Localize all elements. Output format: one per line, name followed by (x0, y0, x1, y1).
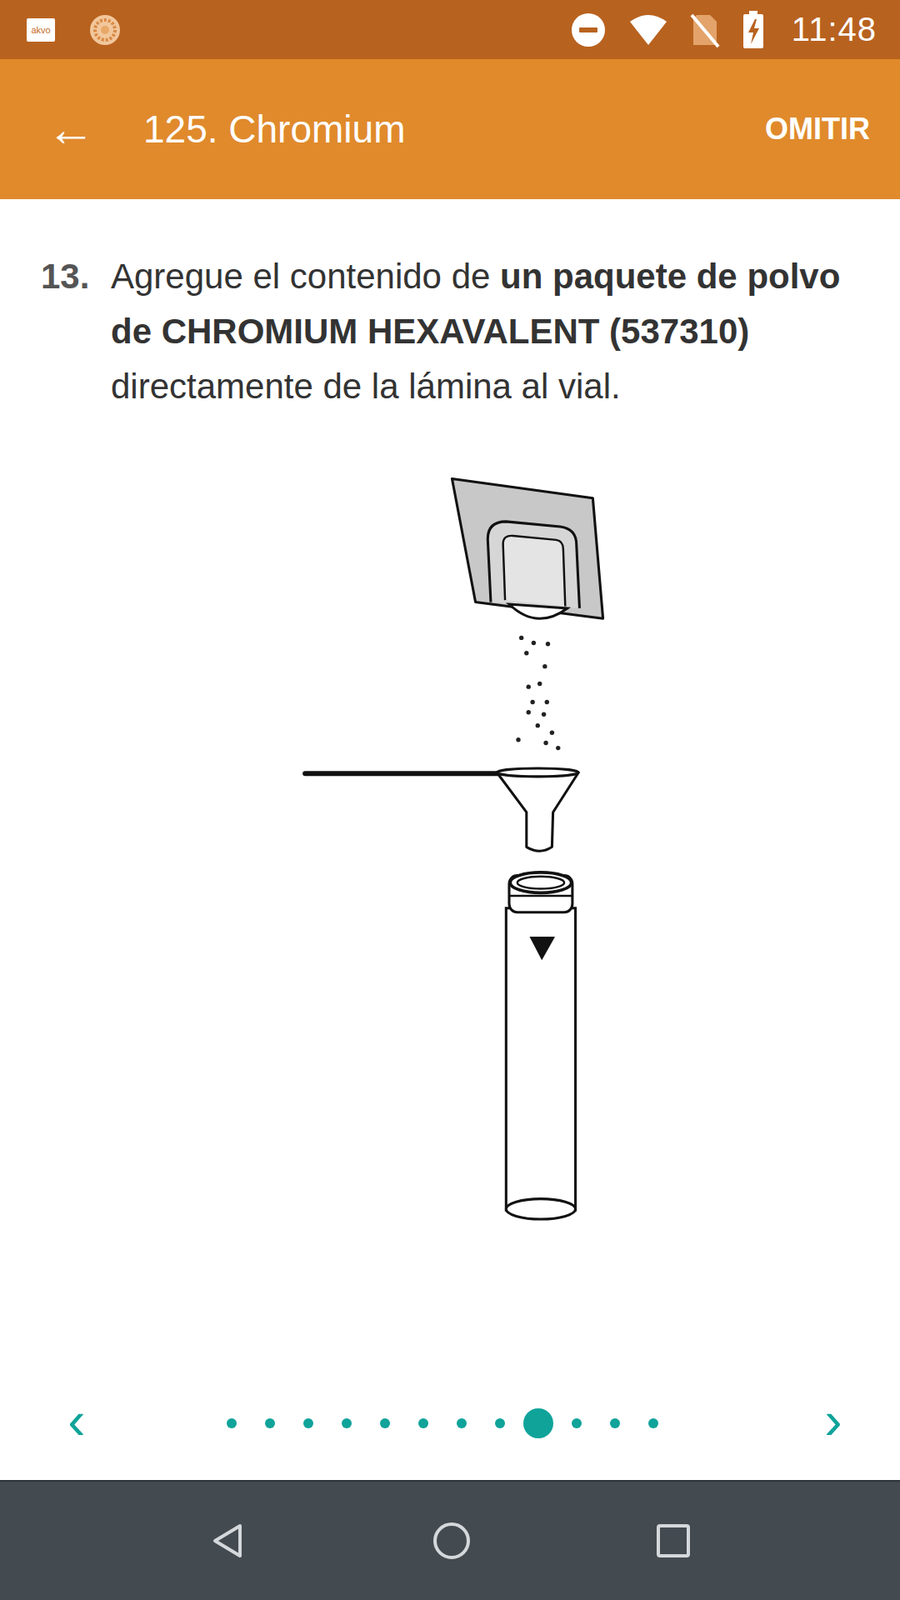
app-logo-icon (88, 13, 122, 47)
pager: ‹› (0, 1365, 900, 1480)
powder-vial-illustration (286, 467, 614, 1233)
app-bar: ← 125. ChromiumOMITIR (0, 59, 900, 200)
status-bar: akvo 11:48 (0, 0, 900, 60)
no-sim-icon (690, 11, 720, 49)
previous-button[interactable]: ‹ (60, 1393, 94, 1454)
nav-back-icon[interactable] (208, 1520, 249, 1561)
nav-home-icon[interactable] (431, 1520, 472, 1561)
battery-charging-icon (741, 10, 765, 50)
page-indicator (93, 1408, 817, 1439)
navigation-bar (0, 1480, 900, 1600)
back-button[interactable]: ← (46, 100, 95, 159)
do-not-disturb-icon (570, 11, 607, 49)
next-button[interactable]: › (816, 1393, 850, 1454)
page-dot[interactable] (456, 1418, 467, 1429)
page-dot[interactable] (303, 1418, 314, 1429)
clock: 11:48 (786, 10, 877, 49)
instruction: 13.Agregue el contenido de un paquete de… (0, 199, 900, 415)
page-dot[interactable] (571, 1418, 582, 1429)
skip-button[interactable]: OMITIR (765, 103, 870, 155)
step-text: Agregue el contenido de un paquete de po… (110, 249, 867, 415)
wifi-icon (628, 13, 669, 47)
page-dot[interactable] (495, 1418, 505, 1429)
akvo-logo: akvo (26, 18, 55, 42)
page-dot[interactable] (341, 1418, 352, 1429)
status-right: 11:48 (570, 10, 877, 50)
page-dot[interactable] (648, 1418, 659, 1429)
nav-recents-icon[interactable] (655, 1522, 692, 1560)
step-number: 13. (40, 249, 111, 415)
screen-title: 125. Chromium (143, 106, 765, 152)
page-dot[interactable] (610, 1418, 620, 1429)
status-left: akvo (26, 13, 122, 47)
page-dot[interactable] (418, 1418, 429, 1429)
illustration (286, 467, 614, 1236)
step-content: 13.Agregue el contenido de un paquete de… (0, 199, 900, 1366)
page-dot[interactable] (226, 1418, 237, 1429)
page-dot[interactable] (380, 1418, 390, 1429)
text-segment: Agregue el contenido de (110, 256, 500, 296)
page-dot[interactable] (523, 1408, 554, 1439)
page-dot[interactable] (265, 1418, 275, 1429)
